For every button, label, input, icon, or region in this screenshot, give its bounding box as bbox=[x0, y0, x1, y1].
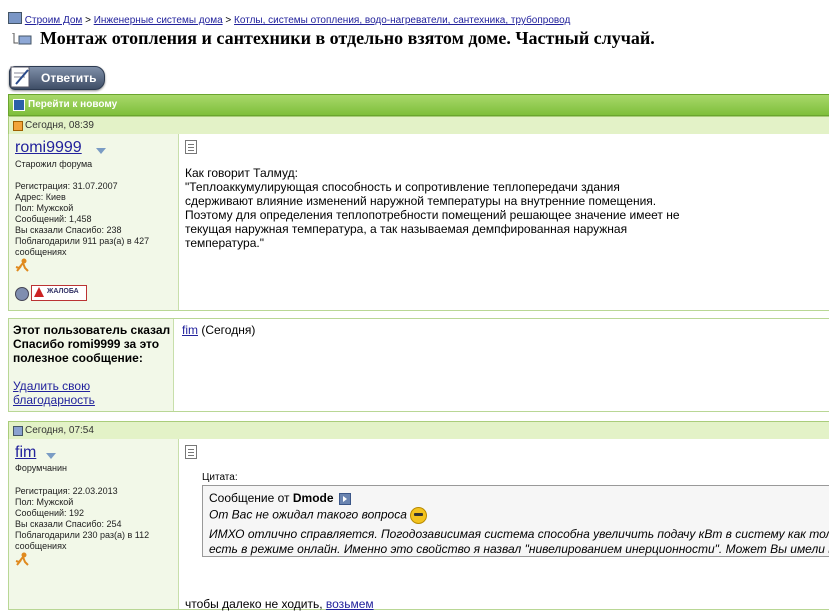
post-header: Сегодня, 08:39 bbox=[8, 116, 829, 135]
quote-line: есть в режиме онлайн. Именно это свойств… bbox=[209, 542, 829, 556]
user-sidebar: fim Форумчанин Регистрация: 22.03.2013 П… bbox=[9, 439, 179, 609]
quote-text: ИМХО отлично справляется. Погодозависима… bbox=[209, 527, 829, 557]
user-info-line: Адрес: Киев bbox=[15, 192, 66, 202]
quote-box: Сообщение от Dmode От Вас не ожидал тако… bbox=[202, 485, 829, 557]
goto-new-label: Перейти к новому bbox=[28, 99, 118, 110]
user-info: Регистрация: 22.03.2013 Пол: Мужской Соо… bbox=[15, 486, 175, 552]
user-award-icon bbox=[15, 258, 29, 272]
thanks-user-entry: fim (Сегодня) bbox=[182, 323, 255, 337]
quote-line: От Вас не ожидал такого вопроса bbox=[209, 507, 427, 524]
user-info-line: Вы сказали Спасибо: 254 bbox=[15, 519, 122, 529]
user-info-line: Регистрация: 22.03.2013 bbox=[15, 486, 118, 496]
report-label: ЖАЛОБА bbox=[47, 288, 79, 295]
thanks-sidebar: Этот пользователь сказал Спасибо romi999… bbox=[9, 319, 174, 411]
user-info: Регистрация: 31.07.2007 Адрес: Киев Пол:… bbox=[15, 181, 175, 258]
post: fim Форумчанин Регистрация: 22.03.2013 П… bbox=[8, 439, 829, 611]
post-document-icon bbox=[185, 140, 197, 154]
post-header: Сегодня, 07:54 bbox=[8, 421, 829, 440]
breadcrumb-item-2[interactable]: Котлы, системы отопления, водо-нагревате… bbox=[234, 15, 570, 26]
thread-folder-icon bbox=[12, 32, 32, 45]
username-link[interactable]: fim bbox=[15, 444, 36, 462]
user-info-line: Регистрация: 31.07.2007 bbox=[15, 181, 118, 191]
message-line: Поэтому для определения теплопотребности… bbox=[185, 208, 680, 222]
message-text: чтобы далеко не ходить, bbox=[185, 597, 323, 611]
message-line: температура." bbox=[185, 236, 264, 250]
user-rank: Форумчанин bbox=[15, 463, 68, 473]
warning-icon bbox=[34, 287, 44, 297]
quote-author: Dmode bbox=[292, 491, 334, 505]
user-rank: Старожил форума bbox=[15, 159, 93, 169]
user-award-icon bbox=[15, 552, 29, 566]
thanks-box: Этот пользователь сказал Спасибо romi999… bbox=[8, 318, 829, 412]
breadcrumb-separator: > bbox=[85, 15, 91, 26]
smiley-icon bbox=[409, 507, 427, 524]
user-info-line: Сообщений: 192 bbox=[15, 508, 85, 518]
user-sidebar: romi9999 Старожил форума Регистрация: 31… bbox=[9, 134, 179, 310]
message-line: Как говорит Талмуд: bbox=[185, 166, 298, 180]
remove-thanks-link[interactable]: Удалить свою благодарность bbox=[13, 379, 133, 407]
username-link[interactable]: romi9999 bbox=[15, 139, 82, 157]
user-menu-icon[interactable] bbox=[46, 453, 56, 459]
post-document-icon bbox=[185, 445, 197, 459]
post-message: Как говорит Талмуд: "Теплоаккумулирующая… bbox=[185, 166, 705, 250]
page-title: Монтаж отопления и сантехники в отдельно… bbox=[40, 28, 655, 48]
user-info-line: Пол: Мужской bbox=[15, 203, 74, 213]
view-post-icon[interactable] bbox=[338, 492, 351, 505]
reply-label: Ответить bbox=[41, 71, 97, 85]
user-info-line: Сообщений: 1,458 bbox=[15, 214, 92, 224]
breadcrumb-item-1[interactable]: Инженерные системы дома bbox=[94, 15, 223, 26]
message-line: сдерживают влияние изменений наружной те… bbox=[185, 194, 657, 208]
report-button[interactable]: ЖАЛОБА bbox=[31, 285, 87, 301]
user-info-line: Поблагодарили 230 раз(а) в 112 сообщения… bbox=[15, 530, 150, 551]
user-info-line: Поблагодарили 911 раз(а) в 427 сообщения… bbox=[15, 236, 150, 257]
reply-button[interactable]: Ответить bbox=[9, 66, 105, 90]
goto-new-bar[interactable]: Перейти к новому bbox=[8, 94, 829, 116]
breadcrumb-separator: > bbox=[225, 15, 232, 26]
quote-label: Цитата: bbox=[202, 472, 238, 483]
post-message: чтобы далеко не ходить, возьмем bbox=[185, 597, 374, 611]
message-line: текущая наружная температура, а так назы… bbox=[185, 222, 628, 236]
post-date: Сегодня, 07:54 bbox=[25, 425, 94, 436]
message-line: "Теплоаккумулирующая способность и сопро… bbox=[185, 180, 620, 194]
user-info-line: Пол: Мужской bbox=[15, 497, 74, 507]
thanks-user-link[interactable]: fim bbox=[182, 323, 198, 337]
post-status-icon bbox=[13, 121, 23, 131]
post-date: Сегодня, 08:39 bbox=[25, 120, 94, 131]
breadcrumb-item-0[interactable]: Строим Дом bbox=[25, 15, 83, 26]
thanks-when: (Сегодня) bbox=[201, 323, 256, 337]
breadcrumb: Строим Дом > Инженерные системы дома > К… bbox=[8, 12, 570, 26]
quote-from-prefix: Сообщение от bbox=[209, 491, 290, 505]
forum-home-icon[interactable] bbox=[8, 12, 22, 24]
quote-line: ИМХО отлично справляется. Погодозависима… bbox=[209, 527, 829, 541]
post: romi9999 Старожил форума Регистрация: 31… bbox=[8, 134, 829, 311]
offline-status-icon bbox=[15, 287, 29, 301]
thanks-title: Этот пользователь сказал Спасибо romi999… bbox=[13, 323, 171, 365]
post-status-icon bbox=[13, 426, 23, 436]
quote-source: Сообщение от Dmode bbox=[209, 491, 351, 505]
pen-icon bbox=[8, 64, 34, 90]
user-menu-icon[interactable] bbox=[96, 148, 106, 154]
checkbox-icon bbox=[13, 99, 25, 111]
user-info-line: Вы сказали Спасибо: 238 bbox=[15, 225, 122, 235]
message-link[interactable]: возьмем bbox=[326, 597, 374, 611]
